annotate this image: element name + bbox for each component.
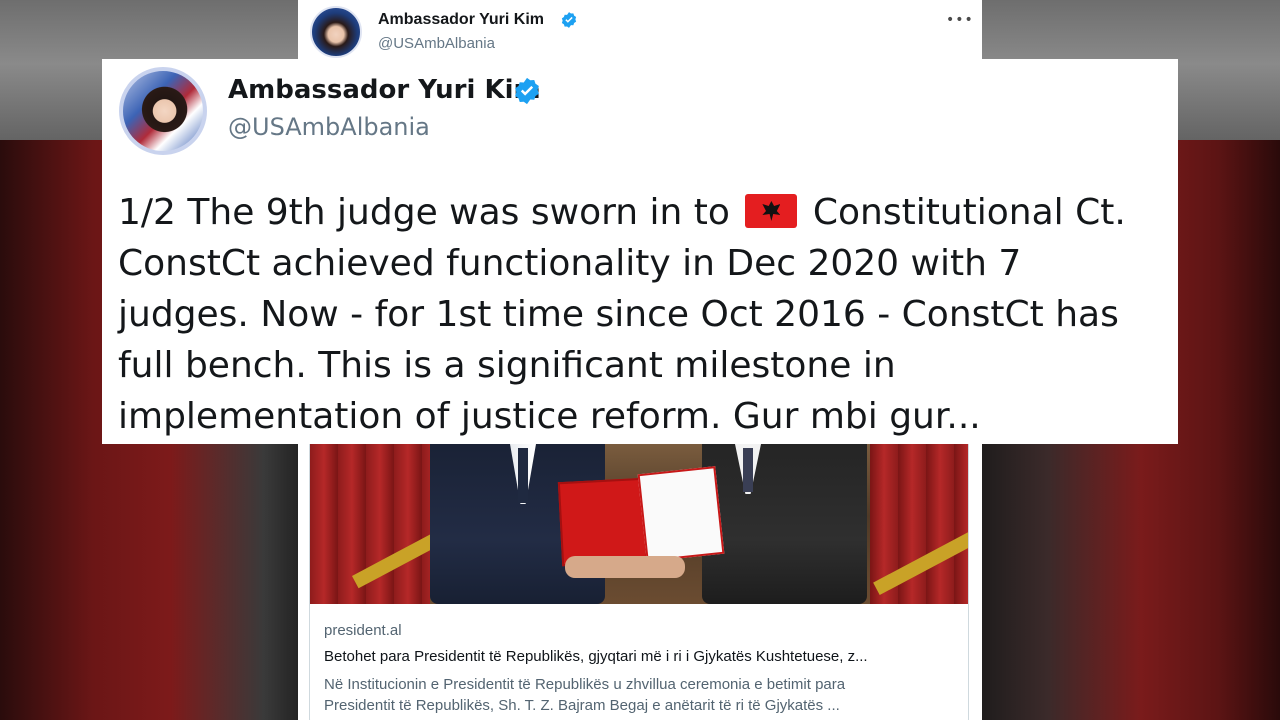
tweet-line: implementation of justice reform. Gur mb… — [118, 396, 981, 437]
tweet-line: ConstCt achieved functionality in Dec 20… — [118, 243, 1022, 284]
tweet-line: 1/2 The 9th judge was sworn in to Consti… — [118, 192, 1126, 233]
tweet-header: Ambassador Yuri Kim @USAmbAlbania ••• — [298, 0, 982, 60]
author-name[interactable]: Ambassador Yuri Kim — [378, 11, 544, 29]
verified-badge-icon — [561, 12, 577, 28]
certificate-folder — [557, 477, 649, 567]
link-card-title[interactable]: Betohet para Presidentit të Republikës, … — [324, 648, 964, 665]
tweet-text: 1/2 The 9th judge was sworn in to Consti… — [118, 187, 1168, 442]
author-name-zoomed[interactable]: Ambassador Yuri Kim — [228, 75, 541, 105]
link-card-domain[interactable]: president.al — [324, 622, 402, 639]
link-card-description[interactable]: Në Institucionin e Presidentit të Republ… — [324, 674, 964, 716]
author-handle[interactable]: @USAmbAlbania — [378, 35, 495, 52]
tweet-line: full bench. This is a significant milest… — [118, 345, 896, 386]
author-handle-zoomed[interactable]: @USAmbAlbania — [228, 113, 430, 141]
link-card-image[interactable] — [310, 444, 968, 604]
albania-flag-icon — [745, 194, 798, 228]
avatar[interactable] — [310, 6, 362, 58]
tweet-line: judges. Now - for 1st time since Oct 201… — [118, 294, 1119, 335]
tweet-zoom-overlay: Ambassador Yuri Kim @USAmbAlbania 1/2 Th… — [102, 59, 1178, 444]
avatar-zoomed[interactable] — [119, 67, 207, 155]
more-horizontal-icon[interactable]: ••• — [946, 12, 974, 28]
verified-badge-icon — [515, 77, 539, 105]
